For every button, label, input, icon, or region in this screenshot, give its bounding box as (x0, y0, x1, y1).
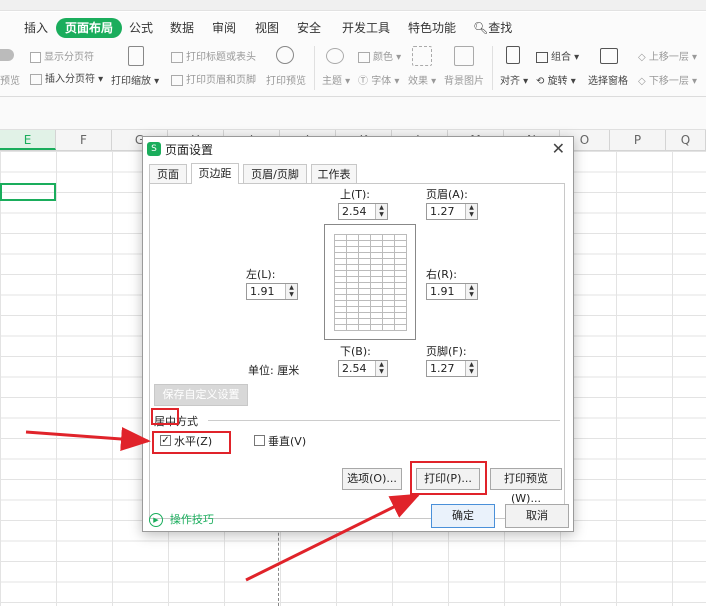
arrow-to-print (245, 493, 421, 582)
annotation-arrows (25, 427, 421, 582)
arrow-to-horizontal (25, 427, 151, 451)
tab-margins[interactable]: 页边距 (191, 163, 239, 184)
